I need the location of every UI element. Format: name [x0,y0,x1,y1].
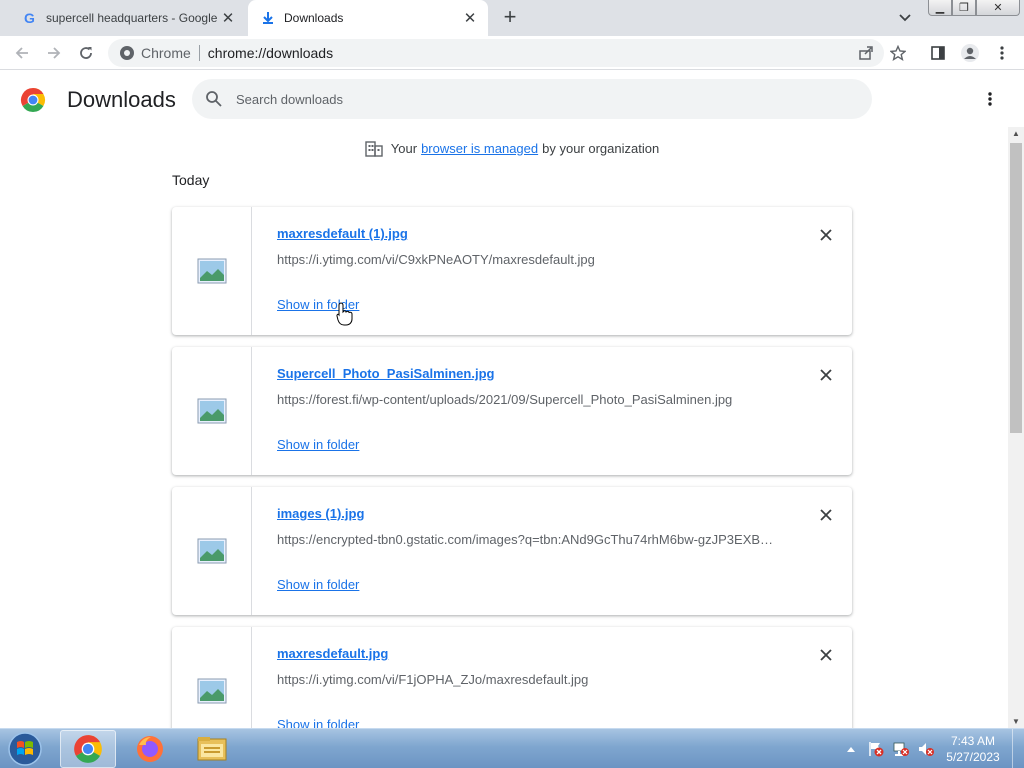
clock-date: 5/27/2023 [946,750,1000,764]
image-file-icon [197,258,226,284]
download-source-url: https://i.ytimg.com/vi/F1jOPHA_ZJo/maxre… [277,672,589,687]
taskbar-chrome-button[interactable] [60,730,116,768]
forward-button[interactable] [42,41,66,65]
downloads-list-area: Your browser is managed by your organiza… [0,127,1008,728]
download-item: maxresdefault (1).jpg https://i.ytimg.co… [172,207,852,335]
windows-taskbar: 7:43 AM 5/27/2023 [0,728,1024,768]
address-bar[interactable]: Chrome chrome://downloads [108,39,884,67]
search-icon [206,91,222,107]
remove-download-icon[interactable] [814,223,838,247]
scrollbar-thumb[interactable] [1010,143,1022,433]
close-tab-icon[interactable]: ✕ [460,8,480,28]
remove-download-icon[interactable] [814,643,838,667]
search-downloads-box[interactable] [192,79,872,119]
system-tray [840,729,940,768]
download-source-url: https://encrypted-tbn0.gstatic.com/image… [277,532,774,547]
tab-strip: G supercell headquarters - Google ✕ Down… [0,0,1024,36]
search-input[interactable] [236,91,836,107]
downloads-header: Downloads [0,71,1024,127]
download-filename-link[interactable]: Supercell_Photo_PasiSalminen.jpg [277,366,494,381]
chrome-icon [74,735,102,763]
download-source-url: https://i.ytimg.com/vi/C9xkPNeAOTY/maxre… [277,252,595,267]
file-thumbnail [172,627,252,728]
share-icon[interactable] [854,41,878,65]
show-in-folder-link[interactable]: Show in folder [277,577,359,592]
download-item: Supercell_Photo_PasiSalminen.jpg https:/… [172,347,852,475]
restore-button[interactable]: ❐ [952,0,976,16]
scroll-down-arrow-icon[interactable]: ▼ [1012,717,1020,726]
tab-search-icon[interactable] [894,8,916,28]
bookmark-star-icon[interactable] [886,41,910,65]
taskbar-clock[interactable]: 7:43 AM 5/27/2023 [940,733,1006,765]
managed-suffix: by your organization [542,140,660,156]
close-tab-icon[interactable]: ✕ [218,8,238,28]
building-icon [365,141,383,157]
file-thumbnail [172,347,252,475]
hand-cursor-icon [336,302,353,326]
start-button[interactable] [4,730,46,768]
windows-start-orb-icon [8,732,42,766]
tab-title: Downloads [284,11,344,25]
file-thumbnail [172,487,252,615]
file-thumbnail [172,207,252,335]
url-text: chrome://downloads [207,45,334,61]
taskbar-explorer-button[interactable] [184,730,240,768]
managed-prefix: Your [390,140,418,156]
download-source-url: https://forest.fi/wp-content/uploads/202… [277,392,733,407]
remove-download-icon[interactable] [814,503,838,527]
firefox-icon [137,736,163,762]
browser-managed-link[interactable]: browser is managed [421,141,538,156]
image-file-icon [197,678,226,704]
back-button[interactable] [10,41,34,65]
taskbar-firefox-button[interactable] [122,730,178,768]
svg-text:G: G [24,10,35,26]
chrome-logo-icon [20,88,46,113]
image-file-icon [197,538,226,564]
tab-title: supercell headquarters - Google [46,11,218,25]
download-filename-link[interactable]: maxresdefault.jpg [277,646,388,661]
download-filename-link[interactable]: maxresdefault (1).jpg [277,226,408,241]
browser-toolbar: Chrome chrome://downloads [0,36,1024,70]
side-panel-icon[interactable] [926,41,950,65]
download-item: maxresdefault.jpg https://i.ytimg.com/vi… [172,627,852,728]
page-title: Downloads [67,87,176,112]
show-in-folder-link[interactable]: Show in folder [277,437,359,452]
reload-button[interactable] [74,41,98,65]
file-explorer-icon [197,737,227,761]
clock-time: 7:43 AM [950,734,996,748]
managed-notice: Your browser is managed by your organiza… [0,139,1008,157]
scroll-up-arrow-icon[interactable]: ▲ [1012,129,1020,138]
network-icon[interactable] [890,739,912,759]
date-header: Today [172,172,210,188]
site-label: Chrome [141,45,191,61]
action-center-flag-icon[interactable] [865,739,887,759]
show-hidden-icons-arrow-icon[interactable] [840,739,862,759]
image-file-icon [197,398,226,424]
divider [198,45,200,61]
tab-downloads[interactable]: Downloads ✕ [248,0,488,36]
minimize-button[interactable]: ▁ [928,0,952,16]
new-tab-button[interactable]: + [498,6,522,30]
chrome-menu-icon[interactable] [990,41,1014,65]
page-scrollbar[interactable]: ▲ ▼ [1008,127,1024,728]
tab-google-search[interactable]: G supercell headquarters - Google ✕ [10,0,246,36]
volume-muted-icon[interactable] [915,739,937,759]
google-icon: G [22,10,38,26]
download-filename-link[interactable]: images (1).jpg [277,506,364,521]
download-item: images (1).jpg https://encrypted-tbn0.gs… [172,487,852,615]
profile-avatar-icon[interactable] [958,41,982,65]
downloads-menu-icon[interactable] [978,87,1002,111]
chrome-site-icon [120,46,134,60]
remove-download-icon[interactable] [814,363,838,387]
show-desktop-button[interactable] [1012,729,1024,768]
download-icon [260,10,276,26]
close-window-button[interactable]: ✕ [976,0,1020,16]
show-in-folder-link[interactable]: Show in folder [277,717,359,728]
